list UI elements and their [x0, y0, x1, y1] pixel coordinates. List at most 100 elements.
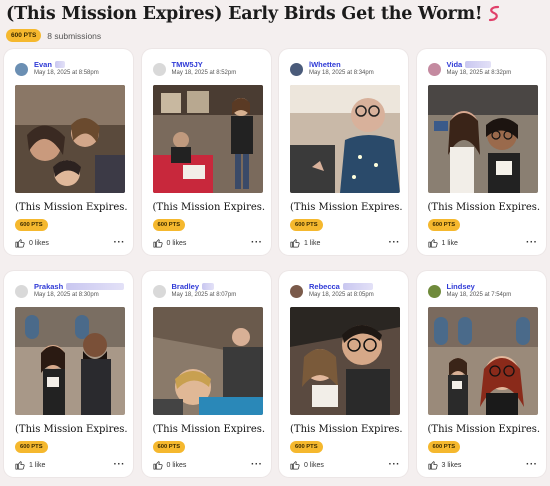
- submission-caption: (This Mission Expires...: [290, 424, 402, 435]
- avatar[interactable]: [427, 285, 441, 298]
- page-header: (This Mission Expires) Early Birds Get t…: [6, 4, 546, 42]
- submission-photo[interactable]: [152, 85, 263, 193]
- avatar[interactable]: [15, 285, 28, 298]
- more-options-icon[interactable]: ···: [114, 460, 126, 470]
- page-title: (This Mission Expires) Early Birds Get t…: [6, 4, 546, 24]
- submission-date: May 18, 2025 at 8:34pm: [309, 69, 374, 76]
- submission-photo[interactable]: [290, 85, 400, 193]
- like-count: 0 likes: [166, 461, 187, 469]
- like-button[interactable]: 0 likes: [290, 460, 324, 470]
- more-options-icon[interactable]: ···: [251, 460, 263, 470]
- card-user: Evan May 18, 2025 at 8:58pm: [15, 61, 123, 83]
- submission-photo[interactable]: [15, 85, 125, 193]
- submission-caption: (This Mission Expires...: [290, 202, 402, 213]
- submission-card[interactable]: Lindsey May 18, 2025 at 7:54pm (This Mis…: [416, 271, 546, 477]
- like-button[interactable]: 0 likes: [15, 238, 49, 248]
- submission-date: May 18, 2025 at 8:30pm: [34, 291, 99, 298]
- like-button[interactable]: 1 like: [15, 460, 45, 470]
- thumbs-up-icon: [290, 461, 300, 470]
- username-link[interactable]: TMW5JY: [172, 61, 237, 69]
- card-points-badge: 600 PTS: [15, 441, 48, 453]
- submission-caption: (This Mission Expires...: [15, 202, 127, 213]
- submission-card[interactable]: Bradley May 18, 2025 at 8:07pm (This Mis…: [141, 271, 271, 477]
- thumbs-up-icon: [152, 239, 163, 248]
- submission-card[interactable]: Vida May 18, 2025 at 8:32pm (This Missio…: [416, 49, 546, 255]
- submission-count: 8 submissions: [47, 30, 102, 41]
- username-link[interactable]: Prakash: [34, 283, 125, 291]
- card-user: lWhetten May 18, 2025 at 8:34pm: [290, 61, 398, 83]
- like-button[interactable]: 3 likes: [427, 460, 462, 470]
- avatar[interactable]: [152, 285, 166, 298]
- redacted-name: [465, 61, 492, 69]
- submission-date: May 18, 2025 at 7:54pm: [446, 291, 512, 298]
- submission-card[interactable]: Rebecca May 18, 2025 at 8:05pm (This Mis…: [279, 271, 408, 477]
- card-user: Rebecca May 18, 2025 at 8:05pm: [290, 283, 398, 305]
- submission-photo[interactable]: [427, 307, 538, 415]
- redacted-name: [342, 283, 373, 291]
- like-button[interactable]: 1 like: [290, 238, 320, 248]
- username-link[interactable]: Rebecca: [309, 283, 374, 291]
- submission-caption: (This Mission Expires...: [152, 424, 265, 435]
- username-link[interactable]: Evan: [34, 61, 99, 69]
- submission-date: May 18, 2025 at 8:52pm: [171, 69, 237, 76]
- submission-photo[interactable]: [427, 85, 538, 193]
- more-options-icon[interactable]: ···: [251, 238, 263, 248]
- more-options-icon[interactable]: ···: [389, 460, 401, 470]
- more-options-icon[interactable]: ···: [389, 238, 401, 248]
- like-count: 1 like: [304, 239, 321, 247]
- submission-photo[interactable]: [15, 307, 125, 415]
- submission-caption: (This Mission Expires...: [427, 202, 540, 213]
- avatar[interactable]: [290, 285, 303, 298]
- submission-caption: (This Mission Expires...: [15, 424, 127, 435]
- like-button[interactable]: 0 likes: [152, 238, 187, 248]
- page-title-text: (This Mission Expires) Early Birds Get t…: [6, 4, 483, 24]
- redacted-name: [66, 283, 125, 291]
- avatar[interactable]: [15, 63, 28, 76]
- redacted-name: [54, 61, 65, 69]
- card-user: Vida May 18, 2025 at 8:32pm: [427, 61, 536, 83]
- username-link[interactable]: Bradley: [172, 283, 237, 291]
- username-link[interactable]: Lindsey: [447, 283, 512, 291]
- submission-date: May 18, 2025 at 8:05pm: [309, 291, 374, 298]
- card-user: Lindsey May 18, 2025 at 7:54pm: [427, 283, 536, 305]
- like-button[interactable]: 1 like: [427, 238, 458, 248]
- card-user: TMW5JY May 18, 2025 at 8:52pm: [152, 61, 261, 83]
- thumbs-up-icon: [427, 461, 438, 470]
- mission-meta: 600 PTS 8 submissions: [6, 29, 546, 42]
- avatar[interactable]: [290, 63, 303, 76]
- avatar[interactable]: [427, 63, 441, 76]
- like-count: 0 likes: [304, 461, 324, 469]
- submission-photo[interactable]: [152, 307, 263, 415]
- username-link[interactable]: lWhetten: [309, 61, 374, 69]
- submission-card[interactable]: TMW5JY May 18, 2025 at 8:52pm (This Miss…: [141, 49, 271, 255]
- more-options-icon[interactable]: ···: [526, 460, 538, 470]
- thumbs-up-icon: [15, 239, 25, 248]
- worm-icon: [489, 5, 500, 22]
- submission-card[interactable]: lWhetten May 18, 2025 at 8:34pm (This Mi…: [279, 49, 408, 255]
- redacted-name: [202, 283, 215, 291]
- points-badge: 600 PTS: [6, 29, 42, 42]
- submission-date: May 18, 2025 at 8:32pm: [446, 69, 512, 76]
- submission-caption: (This Mission Expires...: [427, 424, 540, 435]
- thumbs-up-icon: [15, 461, 25, 470]
- thumbs-up-icon: [152, 461, 163, 470]
- more-options-icon[interactable]: ···: [526, 238, 538, 248]
- more-options-icon[interactable]: ···: [114, 238, 126, 248]
- card-points-badge: 600 PTS: [152, 441, 186, 453]
- username-link[interactable]: Vida: [447, 61, 512, 69]
- thumbs-up-icon: [290, 239, 300, 248]
- submission-card[interactable]: Prakash May 18, 2025 at 8:30pm (This Mis…: [4, 271, 133, 477]
- like-count: 3 likes: [441, 461, 462, 469]
- submission-date: May 18, 2025 at 8:07pm: [171, 291, 237, 298]
- submission-date: May 18, 2025 at 8:58pm: [34, 69, 99, 76]
- card-points-badge: 600 PTS: [290, 441, 323, 453]
- like-button[interactable]: 0 likes: [152, 460, 187, 470]
- like-count: 1 like: [441, 239, 458, 247]
- submission-photo[interactable]: [290, 307, 400, 415]
- like-count: 0 likes: [166, 239, 187, 247]
- thumbs-up-icon: [427, 239, 438, 248]
- card-user: Prakash May 18, 2025 at 8:30pm: [15, 283, 125, 305]
- submissions-grid: Evan May 18, 2025 at 8:58pm (This Missio…: [4, 49, 546, 477]
- submission-card[interactable]: Evan May 18, 2025 at 8:58pm (This Missio…: [4, 49, 133, 255]
- avatar[interactable]: [152, 63, 166, 76]
